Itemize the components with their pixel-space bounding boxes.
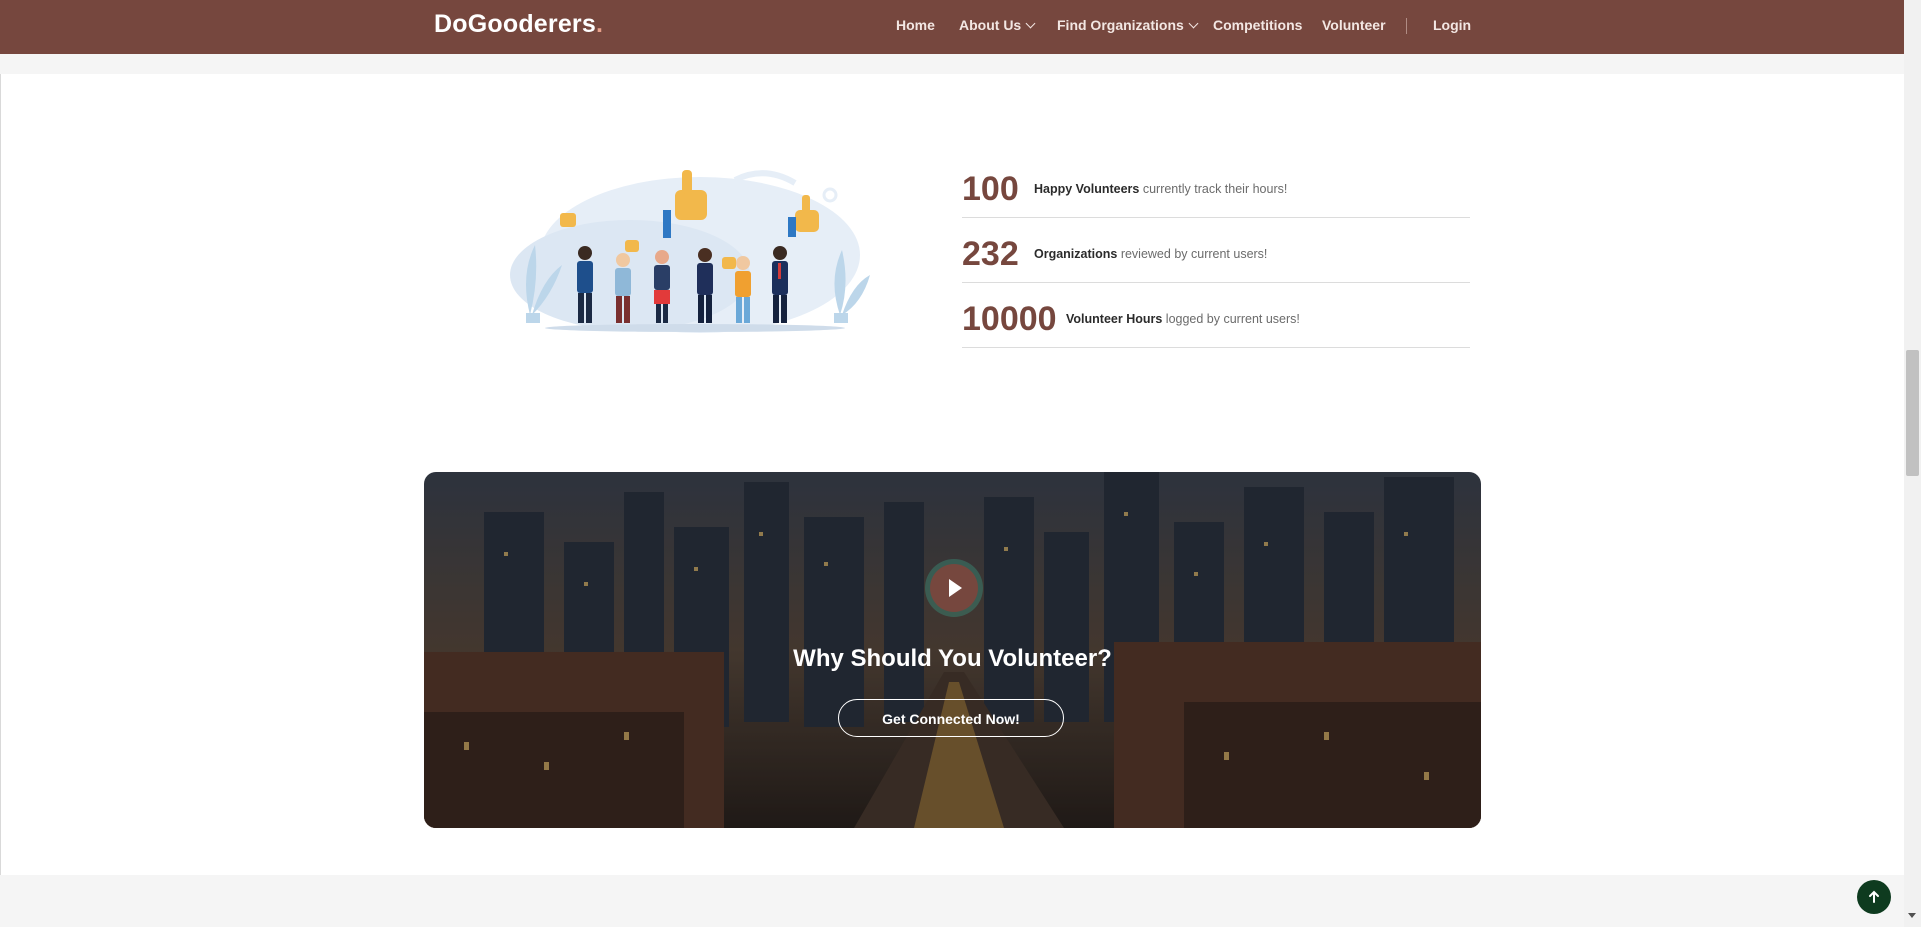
stat-caption: currently track their hours! — [1139, 182, 1288, 196]
stat-number: 232 — [962, 235, 1019, 273]
stat-caption: logged by current users! — [1162, 312, 1300, 326]
nav-find-organizations-label: Find Organizations — [1057, 17, 1184, 33]
stat-row-organizations: 232 Organizations reviewed by current us… — [962, 218, 1470, 283]
play-button[interactable] — [930, 564, 978, 612]
nav-competitions[interactable]: Competitions — [1213, 17, 1302, 33]
stat-row-hours: 10000 Volunteer Hours logged by current … — [962, 283, 1470, 348]
brand-logo[interactable]: DoGooderers. — [434, 10, 603, 39]
stat-row-volunteers: 100 Happy Volunteers currently track the… — [962, 153, 1470, 218]
page-left-border — [0, 74, 1, 875]
stat-description: Happy Volunteers currently track their h… — [1034, 182, 1287, 196]
chevron-down-icon — [1188, 18, 1199, 29]
top-navbar: DoGooderers. Home About Us Find Organiza… — [0, 0, 1904, 54]
stat-number: 10000 — [962, 300, 1057, 338]
back-to-top-button[interactable] — [1857, 880, 1891, 914]
stat-description: Volunteer Hours logged by current users! — [1066, 312, 1300, 326]
section-divider-bottom — [0, 875, 1904, 927]
stat-label: Volunteer Hours — [1066, 312, 1163, 326]
banner-title: Why Should You Volunteer? — [793, 645, 1112, 672]
stat-label: Happy Volunteers — [1034, 182, 1140, 196]
get-connected-button[interactable]: Get Connected Now! — [838, 699, 1064, 737]
brand-dot: . — [595, 10, 604, 38]
stat-number: 100 — [962, 170, 1019, 208]
play-icon — [949, 579, 962, 597]
stat-description: Organizations reviewed by current users! — [1034, 247, 1267, 261]
scrollbar-thumb[interactable] — [1906, 350, 1919, 476]
stat-caption: reviewed by current users! — [1117, 247, 1268, 261]
volunteers-illustration — [510, 170, 870, 333]
nav-home[interactable]: Home — [896, 17, 935, 33]
scroll-down-arrow-icon[interactable] — [1908, 913, 1916, 918]
arrow-up-icon — [1869, 890, 1879, 903]
nav-about-us-label: About Us — [959, 17, 1022, 33]
nav-divider — [1406, 18, 1407, 34]
brand-name: DoGooderers — [434, 10, 596, 38]
video-banner: Why Should You Volunteer? Get Connected … — [424, 472, 1481, 828]
stat-label: Organizations — [1034, 247, 1118, 261]
nav-find-organizations[interactable]: Find Organizations — [1057, 17, 1199, 33]
nav-login[interactable]: Login — [1433, 17, 1471, 33]
section-divider-top — [0, 54, 1904, 74]
play-button-halo — [925, 559, 983, 617]
nav-about-us[interactable]: About Us — [959, 17, 1036, 33]
nav-volunteer[interactable]: Volunteer — [1322, 17, 1386, 33]
chevron-down-icon — [1025, 18, 1036, 29]
